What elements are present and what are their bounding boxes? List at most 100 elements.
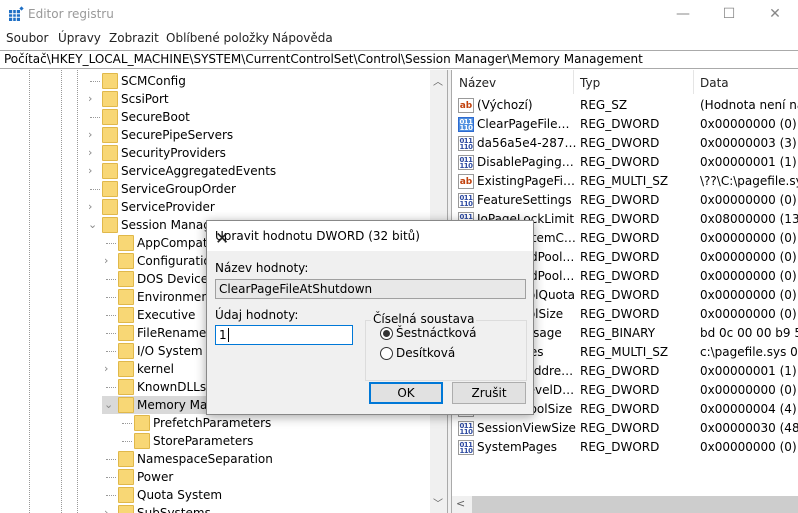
value-name: DisablePagingExecutive: [477, 155, 577, 169]
value-name-label: Název hodnoty:: [215, 261, 309, 275]
radio-decimal[interactable]: [380, 347, 393, 360]
value-row[interactable]: ab ExistingPageFiles REG_MULTI_SZ \??\C:\pa…: [452, 172, 798, 191]
folder-icon: [118, 451, 134, 467]
folder-icon: [102, 181, 118, 197]
value-name: (Výchozí): [477, 98, 533, 112]
expand-chevron-icon[interactable]: ›: [88, 162, 92, 180]
tree-connector: [122, 423, 132, 424]
tree-connector: [106, 315, 116, 316]
value-name: ExistingPageFiles: [477, 174, 577, 188]
value-row[interactable]: 011110da56a5e4-287c-4c5bREG_DWORD 0x00000…: [452, 134, 798, 153]
scrollbar-thumb[interactable]: [472, 496, 798, 513]
radio-decimal-label[interactable]: Desítková: [396, 346, 455, 360]
column-type-header[interactable]: Typ: [580, 76, 600, 90]
folder-icon: [118, 253, 134, 269]
value-data: 0x08000000 (134217728): [700, 212, 798, 226]
column-name-header[interactable]: Název: [459, 76, 496, 90]
value-data: 0x00000003 (3): [700, 136, 797, 150]
value-data: (Hodnota není nastavena): [700, 98, 798, 112]
ok-button[interactable]: OK: [369, 382, 443, 404]
maximize-button[interactable]: ☐: [706, 0, 752, 30]
tree-connector: [106, 243, 116, 244]
collapse-chevron-icon[interactable]: ⌄: [88, 216, 97, 234]
list-horizontal-scrollbar[interactable]: <: [452, 496, 798, 513]
value-row[interactable]: 011110DisablePagingExecutiveREG_DWORD 0x0…: [452, 153, 798, 172]
value-type: REG_DWORD: [580, 288, 660, 302]
scroll-left-icon[interactable]: <: [456, 497, 465, 510]
value-row[interactable]: 011 110 FeatureSettings REG_DWORD 0x00000000…: [452, 191, 798, 210]
expand-chevron-icon[interactable]: ›: [88, 144, 92, 162]
close-button[interactable]: ✕: [752, 0, 798, 30]
value-row[interactable]: ab(Výchozí) REG_SZ (Hodnota není nastavena…: [452, 96, 798, 115]
menu-oblibene[interactable]: Oblíbené položky: [166, 31, 269, 45]
tree-connector: [106, 387, 116, 388]
minimize-button[interactable]: —: [660, 0, 706, 30]
value-type: REG_DWORD: [580, 193, 660, 207]
folder-icon: [102, 199, 118, 215]
expand-chevron-icon[interactable]: ›: [104, 360, 108, 378]
value-type: REG_MULTI_SZ: [580, 174, 669, 188]
binary-value-icon: 011110: [458, 440, 474, 455]
value-name: FeatureSettings: [477, 193, 572, 207]
folder-icon: [102, 163, 118, 179]
value-data: 0x00000000 (0): [700, 117, 797, 131]
folder-icon: [118, 397, 134, 413]
folder-icon: [102, 91, 118, 107]
expand-chevron-icon[interactable]: ›: [88, 90, 92, 108]
value-data: 0x00000000 (0): [700, 269, 797, 283]
expand-chevron-icon[interactable]: ›: [88, 198, 92, 216]
scroll-up-icon[interactable]: ︿: [433, 73, 443, 88]
value-type: REG_DWORD: [580, 364, 660, 378]
tree-item-label: ServiceAggregatedEvents: [121, 164, 277, 178]
tree-connector: [122, 441, 132, 442]
value-type: REG_DWORD: [580, 440, 660, 454]
menu-soubor[interactable]: Soubor: [6, 31, 48, 45]
value-data-label: Údaj hodnoty:: [215, 308, 299, 322]
menu-bar: Soubor Úpravy Zobrazit Oblíbené položky …: [0, 30, 798, 48]
value-type: REG_BINARY: [580, 326, 656, 340]
value-type: REG_DWORD: [580, 402, 660, 416]
collapse-chevron-icon[interactable]: ⌄: [104, 396, 113, 414]
value-data: 0x00000000 (0): [700, 440, 797, 454]
value-type: REG_DWORD: [580, 421, 660, 435]
radio-hexadecimal[interactable]: [380, 327, 393, 340]
value-data-input[interactable]: 1: [215, 325, 353, 345]
folder-icon: [134, 433, 150, 449]
tree-connector: [106, 495, 116, 496]
value-data: 0x00000004 (4): [700, 402, 797, 416]
scroll-down-icon[interactable]: ﹀: [433, 495, 443, 510]
string-value-icon: ab: [458, 98, 474, 113]
folder-icon: [118, 361, 134, 377]
folder-icon: [118, 289, 134, 305]
value-row[interactable]: 011 110 SessionViewSize REG_DWORD 0x00000030…: [452, 419, 798, 438]
expand-chevron-icon[interactable]: ›: [88, 126, 92, 144]
menu-upravy[interactable]: Úpravy: [58, 31, 101, 45]
value-name-field: ClearPageFileAtShutdown: [215, 279, 526, 299]
value-type: REG_DWORD: [580, 269, 660, 283]
address-bar[interactable]: Počítač\HKEY_LOCAL_MACHINE\SYSTEM\Curren…: [0, 50, 798, 69]
menu-napoveda[interactable]: Nápověda: [272, 31, 333, 45]
tree-item-label: I/O System: [137, 344, 203, 358]
tree-item-label: SubSystems: [137, 506, 211, 513]
folder-icon: [118, 487, 134, 503]
tree-item-label: kernel: [137, 362, 174, 376]
cancel-button[interactable]: Zrušit: [452, 382, 526, 404]
value-data: 0x00000000 (0): [700, 307, 797, 321]
menu-zobrazit[interactable]: Zobrazit: [109, 31, 159, 45]
expand-chevron-icon[interactable]: ›: [104, 252, 108, 270]
value-name: ClearPageFileAtShutdown: [477, 117, 577, 131]
column-data-header[interactable]: Data: [700, 76, 729, 90]
folder-icon: [102, 109, 118, 125]
tree-item-label: SecurityProviders: [121, 146, 226, 160]
radio-hexadecimal-label[interactable]: Šestnáctková: [396, 326, 477, 340]
tree-item-label: ScsiPort: [121, 92, 169, 106]
tree-item-label: NamespaceSeparation: [137, 452, 273, 466]
value-type: REG_DWORD: [580, 117, 660, 131]
tree-connector: [106, 351, 116, 352]
dialog-close-icon[interactable]: ✕: [215, 229, 523, 249]
value-row[interactable]: 011110ClearPageFileAtShutdownREG_DWORD 0x…: [452, 115, 798, 134]
string-value-icon: ab: [458, 174, 474, 189]
value-row[interactable]: 011 110 SystemPages REG_DWORD 0x00000000 (0): [452, 438, 798, 457]
expand-chevron-icon[interactable]: ›: [104, 504, 108, 513]
registry-editor-icon: [9, 6, 24, 21]
